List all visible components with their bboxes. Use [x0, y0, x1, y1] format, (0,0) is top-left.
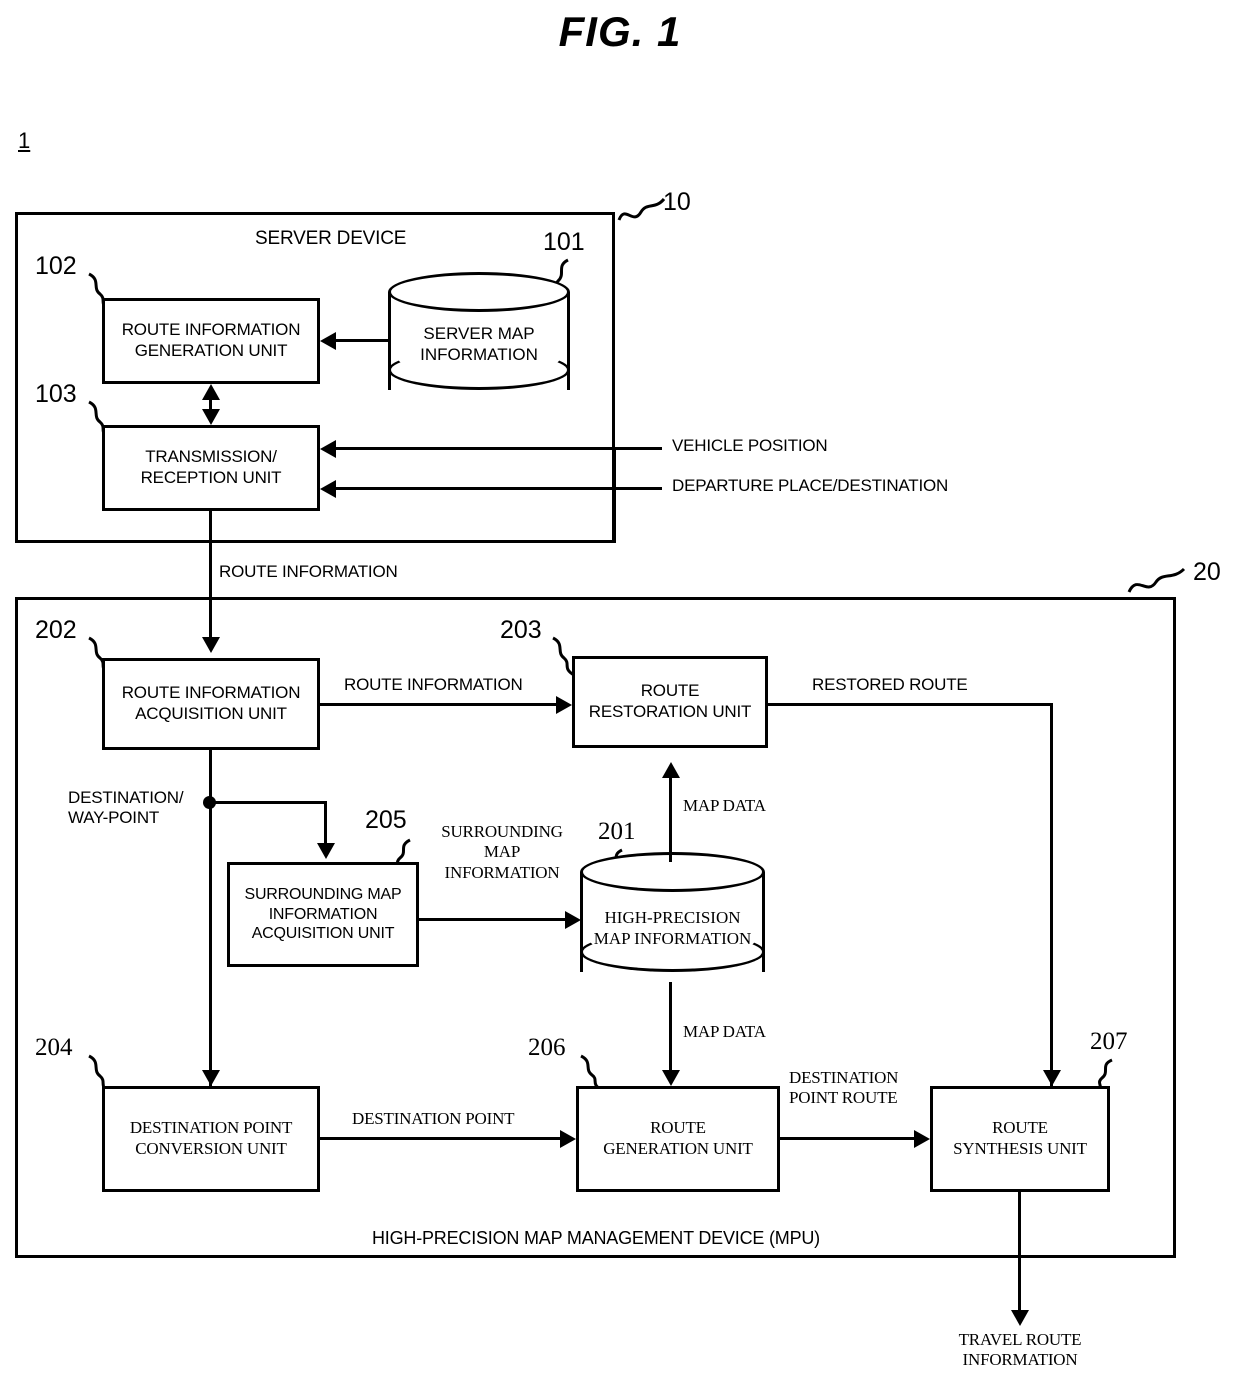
surrounding-map-information-acquisition-unit[interactable]: SURROUNDING MAP INFORMATION ACQUISITION UN… [227, 862, 419, 967]
edge-label-restored-route: RESTORED ROUTE [812, 675, 968, 694]
edge-label-surrounding-map-information: SURROUNDING MAP INFORMATION [441, 822, 563, 882]
server-device-ref-number: 10 [663, 188, 691, 216]
destination-point-conversion-unit-label: DESTINATION POINT CONVERSION UNIT [129, 1118, 293, 1158]
server-map-information-ref: 101 [543, 228, 585, 256]
edge-map-data-to-generation [669, 982, 672, 1070]
arrowhead-left-icon [320, 479, 336, 498]
arrowhead-right-icon [556, 695, 572, 714]
cylinder-top-ellipse [388, 272, 570, 312]
route-information-generation-unit-ref: 102 [35, 252, 77, 280]
route-restoration-unit-ref: 203 [500, 616, 542, 644]
arrowhead-left-icon [320, 439, 336, 458]
arrowhead-right-icon [914, 1129, 930, 1148]
input-label-vehicle-position: VEHICLE POSITION [672, 436, 828, 455]
high-precision-map-information-db[interactable]: HIGH-PRECISION MAP INFORMATION [580, 852, 765, 992]
route-information-generation-unit[interactable]: ROUTE INFORMATION GENERATION UNIT [102, 298, 320, 384]
edge-restored-route-horizontal [768, 703, 1053, 706]
route-restoration-unit[interactable]: ROUTE RESTORATION UNIT [572, 656, 768, 748]
edge-generation-to-synthesis [780, 1137, 914, 1140]
arrowhead-left-icon [320, 331, 336, 350]
input-bus-vertical [613, 447, 616, 543]
destination-point-conversion-unit-ref: 204 [35, 1034, 73, 1061]
arrowhead-down-icon [201, 409, 220, 425]
route-information-acquisition-unit-ref: 202 [35, 616, 77, 644]
arrowhead-up-icon [201, 384, 220, 400]
edge-label-destination-point: DESTINATION POINT [352, 1109, 515, 1128]
route-information-acquisition-unit[interactable]: ROUTE INFORMATION ACQUISITION UNIT [102, 658, 320, 750]
mpu-title: HIGH-PRECISION MAP MANAGEMENT DEVICE (MP… [372, 1228, 820, 1248]
leader-squiggle-icon [1127, 567, 1186, 593]
edge-label-destination-point-route: DESTINATION POINT ROUTE [789, 1068, 899, 1108]
edge-travel-route-output [1018, 1192, 1021, 1318]
server-map-information-db[interactable]: SERVER MAP INFORMATION [388, 272, 570, 410]
transmission-reception-unit-ref: 103 [35, 380, 77, 408]
route-generation-unit-label: ROUTE GENERATION UNIT [603, 1118, 753, 1158]
arrowhead-down-icon [661, 1070, 680, 1086]
route-information-generation-unit-label: ROUTE INFORMATION GENERATION UNIT [121, 320, 301, 360]
surrounding-map-information-acquisition-unit-ref: 205 [365, 806, 407, 834]
transmission-reception-unit-label: TRANSMISSION/RECEPTION UNIT [140, 447, 282, 487]
route-information-acquisition-unit-label: ROUTE INFORMATION ACQUISITION UNIT [121, 683, 301, 723]
edge-label-map-data-bottom: MAP DATA [683, 1022, 766, 1041]
arrowhead-right-icon [560, 1129, 576, 1148]
route-restoration-unit-label: ROUTE RESTORATION UNIT [588, 681, 752, 721]
figure-title: FIG. 1 [558, 8, 682, 55]
route-synthesis-unit-label: ROUTE SYNTHESIS UNIT [953, 1118, 1087, 1158]
arrowhead-down-icon [316, 843, 335, 859]
surrounding-map-information-acquisition-unit-label: SURROUNDING MAP INFORMATION ACQUISITION UN… [244, 886, 402, 943]
arrowhead-up-icon [661, 762, 680, 778]
server-map-information-label: SERVER MAP INFORMATION [420, 324, 538, 364]
high-precision-map-information-label: HIGH-PRECISION MAP INFORMATION [593, 908, 752, 948]
input-label-departure-destination: DEPARTURE PLACE/DESTINATION [672, 476, 949, 495]
arrowhead-right-icon [565, 910, 581, 929]
route-synthesis-unit[interactable]: ROUTE SYNTHESIS UNIT [930, 1086, 1110, 1192]
edge-db-to-generation-unit [336, 339, 388, 342]
edge-label-route-information-internal: ROUTE INFORMATION [344, 675, 523, 694]
edge-branch-to-surrounding-acquisition-v [324, 801, 327, 846]
arrowhead-down-icon [201, 1070, 220, 1086]
destination-point-conversion-unit[interactable]: DESTINATION POINT CONVERSION UNIT [102, 1086, 320, 1192]
edge-map-data-to-restoration [669, 772, 672, 862]
edge-acquisition-to-restoration [320, 703, 556, 706]
route-generation-unit[interactable]: ROUTE GENERATION UNIT [576, 1086, 780, 1192]
edge-conversion-to-generation [320, 1137, 560, 1140]
server-device-title: SERVER DEVICE [255, 228, 407, 249]
edge-label-destination-waypoint: DESTINATION/WAY-POINT [68, 788, 184, 828]
leader-squiggle-icon [617, 197, 666, 221]
route-generation-unit-ref: 206 [528, 1034, 566, 1061]
edge-branch-to-surrounding-acquisition-h [209, 801, 327, 804]
edge-surrounding-to-db [419, 918, 565, 921]
system-reference-number: 1 [18, 128, 31, 153]
link-label-route-information: ROUTE INFORMATION [219, 562, 398, 581]
edge-label-map-data-top: MAP DATA [683, 796, 766, 815]
mpu-ref-number: 20 [1193, 558, 1221, 586]
edge-restored-route-vertical [1050, 703, 1053, 1086]
transmission-reception-unit[interactable]: TRANSMISSION/RECEPTION UNIT [102, 425, 320, 511]
route-synthesis-unit-ref: 207 [1090, 1028, 1128, 1055]
output-label-travel-route-information: TRAVEL ROUTE INFORMATION [958, 1330, 1082, 1370]
arrowhead-down-icon [1042, 1070, 1061, 1086]
cylinder-top-ellipse [580, 852, 765, 892]
high-precision-map-information-ref: 201 [598, 818, 636, 845]
arrowhead-down-icon [1010, 1310, 1029, 1326]
